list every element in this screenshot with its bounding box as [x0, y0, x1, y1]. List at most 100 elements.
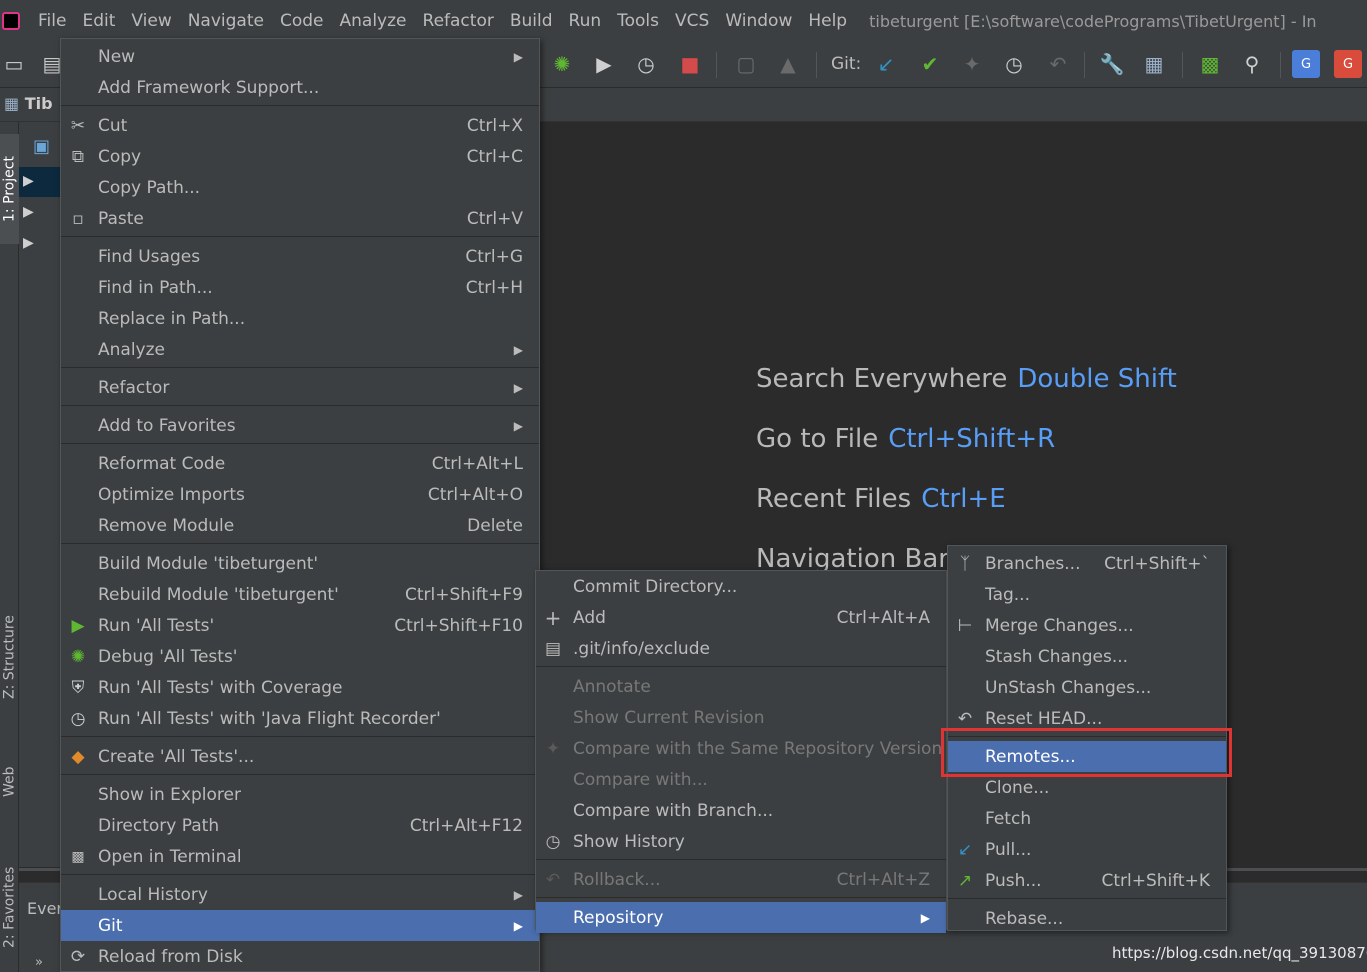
menu-item-git[interactable]: Git ▶ [61, 910, 539, 941]
compare-icon: ✦ [545, 739, 561, 759]
terminal-window-icon[interactable]: ▩ [1196, 50, 1224, 78]
stop-icon[interactable]: ■ [676, 50, 704, 78]
menu-item-add-to-favorites[interactable]: Add to Favorites ▶ [61, 410, 539, 441]
menu-view[interactable]: View [123, 11, 179, 31]
menu-item-replace-in-path[interactable]: Replace in Path... [61, 303, 539, 334]
menu-item-show-in-explorer[interactable]: Show in Explorer [61, 779, 539, 810]
menu-refactor[interactable]: Refactor [415, 11, 502, 31]
menu-item-new[interactable]: New ▶ [61, 41, 539, 72]
menu-window[interactable]: Window [717, 11, 800, 31]
menu-item-run-coverage[interactable]: ⛨ Run 'All Tests' with Coverage [61, 672, 539, 703]
menu-item-add-framework[interactable]: Add Framework Support... [61, 72, 539, 103]
translate-plugin-icon[interactable]: G [1334, 50, 1362, 78]
menu-file[interactable]: File [30, 11, 74, 31]
menu-code[interactable]: Code [272, 11, 332, 31]
menu-item-reformat-code[interactable]: Reformat Code Ctrl+Alt+L [61, 448, 539, 479]
hint-shortcut: Ctrl+E [921, 484, 1006, 514]
open-folder-icon[interactable]: ▭ [0, 50, 28, 78]
git-history-icon[interactable]: ◷ [1000, 50, 1028, 78]
project-structure-icon[interactable]: ▦ [1140, 50, 1168, 78]
hint-recent-files: Recent Files Ctrl+E [756, 484, 1006, 514]
menu-item-local-history[interactable]: Local History ▶ [61, 879, 539, 910]
menu-item-run-tests[interactable]: ▶ Run 'All Tests' Ctrl+Shift+F10 [61, 610, 539, 641]
debug-bug-icon[interactable]: ✺ [548, 50, 576, 78]
menu-item-tag[interactable]: Tag... [948, 579, 1226, 610]
menu-item-show-history[interactable]: ◷ Show History [536, 826, 946, 857]
menu-item-git-add[interactable]: + Add Ctrl+Alt+A [536, 602, 946, 633]
wrench-icon[interactable]: 🔧 [1098, 50, 1126, 78]
project-tool-window: ▣ ▶ ▶ ▶ [19, 122, 60, 867]
menu-run[interactable]: Run [561, 11, 610, 31]
menu-analyze[interactable]: Analyze [332, 11, 415, 31]
menu-item-debug-tests[interactable]: ✺ Debug 'All Tests' [61, 641, 539, 672]
attach-icon[interactable]: ▢ [732, 50, 760, 78]
tree-row[interactable]: ▶ [19, 167, 60, 197]
search-icon[interactable]: ⚲ [1238, 50, 1266, 78]
menu-item-create-tests[interactable]: ◆ Create 'All Tests'... [61, 741, 539, 772]
menu-item-merge-changes[interactable]: ⊢ Merge Changes... [948, 610, 1226, 641]
menu-item-copy[interactable]: ⧉ Copy Ctrl+C [61, 141, 539, 172]
layers-icon[interactable]: ▲ [774, 50, 802, 78]
menu-item-label: Reload from Disk [98, 946, 243, 967]
breadcrumb-project[interactable]: ▦ Tib [4, 94, 53, 113]
menu-item-branches[interactable]: ᛉ Branches... Ctrl+Shift+` [948, 548, 1226, 579]
menu-navigate[interactable]: Navigate [180, 11, 272, 31]
menu-item-git-exclude[interactable]: ▤ .git/info/exclude [536, 633, 946, 664]
menu-item-build-module[interactable]: Build Module 'tibeturgent' [61, 548, 539, 579]
tree-row[interactable]: ▶ [19, 198, 60, 228]
left-tool-strip: 1: Project Z: Structure Web 2: Favorites [0, 122, 19, 972]
menu-item-paste[interactable]: ▫ Paste Ctrl+V [61, 203, 539, 234]
git-update-icon[interactable]: ↙ [872, 50, 900, 78]
menu-item-optimize-imports[interactable]: Optimize Imports Ctrl+Alt+O [61, 479, 539, 510]
menu-item-compare-branch[interactable]: Compare with Branch... [536, 795, 946, 826]
menu-build[interactable]: Build [502, 11, 561, 31]
menu-item-pull[interactable]: ↙ Pull... [948, 834, 1226, 865]
menu-item-fetch[interactable]: Fetch [948, 803, 1226, 834]
git-toolbar-label: Git: [831, 54, 862, 74]
menu-item-reload-from-disk[interactable]: ⟳ Reload from Disk [61, 941, 539, 971]
google-translate-icon[interactable]: G [1292, 50, 1320, 78]
menu-item-run-jfr[interactable]: ◷ Run 'All Tests' with 'Java Flight Recor… [61, 703, 539, 734]
menu-item-refactor[interactable]: Refactor ▶ [61, 372, 539, 403]
git-rollback-icon[interactable]: ↶ [1044, 50, 1072, 78]
menu-item-push[interactable]: ↗ Push... Ctrl+Shift+K [948, 865, 1226, 896]
chevron-double-right-icon[interactable]: » [35, 955, 43, 970]
event-log-tab[interactable]: Ever [27, 899, 63, 918]
menu-edit[interactable]: Edit [74, 11, 123, 31]
tab-project[interactable]: 1: Project [0, 134, 19, 244]
menu-help[interactable]: Help [800, 11, 855, 31]
expand-arrow-icon[interactable]: ▶ [23, 235, 34, 251]
hint-go-to-file: Go to File Ctrl+Shift+R [756, 424, 1055, 454]
file-ignore-icon: ▤ [544, 639, 562, 659]
menu-item-repository[interactable]: Repository ▶ [536, 902, 946, 933]
menu-tools[interactable]: Tools [609, 11, 667, 31]
tree-row[interactable]: ▶ [19, 229, 60, 259]
git-compare-icon[interactable]: ✦ [958, 50, 986, 78]
menu-item-rebase[interactable]: Rebase... [948, 903, 1226, 934]
submenu-arrow-icon: ▶ [513, 918, 523, 933]
menu-item-analyze[interactable]: Analyze ▶ [61, 334, 539, 365]
menu-item-find-usages[interactable]: Find Usages Ctrl+G [61, 241, 539, 272]
menu-item-find-in-path[interactable]: Find in Path... Ctrl+H [61, 272, 539, 303]
expand-arrow-icon[interactable]: ▶ [23, 204, 34, 220]
menu-item-stash-changes[interactable]: Stash Changes... [948, 641, 1226, 672]
menu-item-cut[interactable]: ✂ Cut Ctrl+X [61, 110, 539, 141]
menu-item-unstash-changes[interactable]: UnStash Changes... [948, 672, 1226, 703]
tab-favorites[interactable]: 2: Favorites [0, 842, 19, 972]
menu-item-remove-module[interactable]: Remove Module Delete [61, 510, 539, 541]
profiler-icon[interactable]: ◷ [632, 50, 660, 78]
menu-item-shortcut: Ctrl+Alt+F12 [409, 815, 523, 836]
menu-item-shortcut: Ctrl+C [466, 146, 523, 167]
menu-item-open-terminal[interactable]: ▩ Open in Terminal [61, 841, 539, 872]
menu-item-commit-directory[interactable]: Commit Directory... [536, 571, 946, 602]
menu-item-rebuild-module[interactable]: Rebuild Module 'tibeturgent' Ctrl+Shift+F… [61, 579, 539, 610]
tab-structure[interactable]: Z: Structure [0, 592, 19, 722]
run-coverage-icon[interactable]: ▶ [590, 50, 618, 78]
tab-web[interactable]: Web [0, 742, 19, 822]
menu-item-copy-path[interactable]: Copy Path... [61, 172, 539, 203]
menu-item-directory-path[interactable]: Directory Path Ctrl+Alt+F12 [61, 810, 539, 841]
menu-item-shortcut: Ctrl+Alt+A [836, 607, 930, 628]
git-commit-icon[interactable]: ✔ [916, 50, 944, 78]
menu-vcs[interactable]: VCS [667, 11, 717, 31]
expand-arrow-icon[interactable]: ▶ [23, 173, 34, 189]
